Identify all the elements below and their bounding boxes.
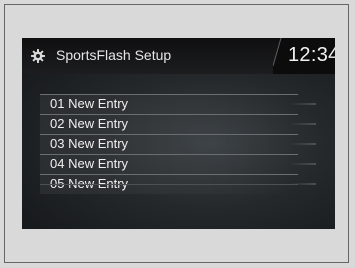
list-item-entry-02[interactable]: 02 New Entry [40,114,316,134]
entry-label: 03 New Entry [50,136,129,151]
entry-label: 04 New Entry [50,156,129,171]
entry-label: 02 New Entry [50,116,129,131]
clock: 12:34 [288,44,335,66]
gear-icon [31,49,45,63]
list-item-entry-01[interactable]: 01 New Entry [40,94,316,114]
list-divider [40,184,298,185]
list-item-entry-04[interactable]: 04 New Entry [40,154,316,174]
screen: SportsFlash Setup 12:34 01 New Entry 02 … [22,38,335,229]
entry-label: 01 New Entry [50,96,129,111]
row-highlight [290,143,316,145]
row-highlight [290,163,316,165]
list-item-entry-03[interactable]: 03 New Entry [40,134,316,154]
page-title: SportsFlash Setup [56,47,172,63]
title-bar: SportsFlash Setup 12:34 [22,38,335,74]
row-highlight [290,103,316,105]
clock-panel: 12:34 [273,38,335,74]
row-highlight [290,123,316,125]
